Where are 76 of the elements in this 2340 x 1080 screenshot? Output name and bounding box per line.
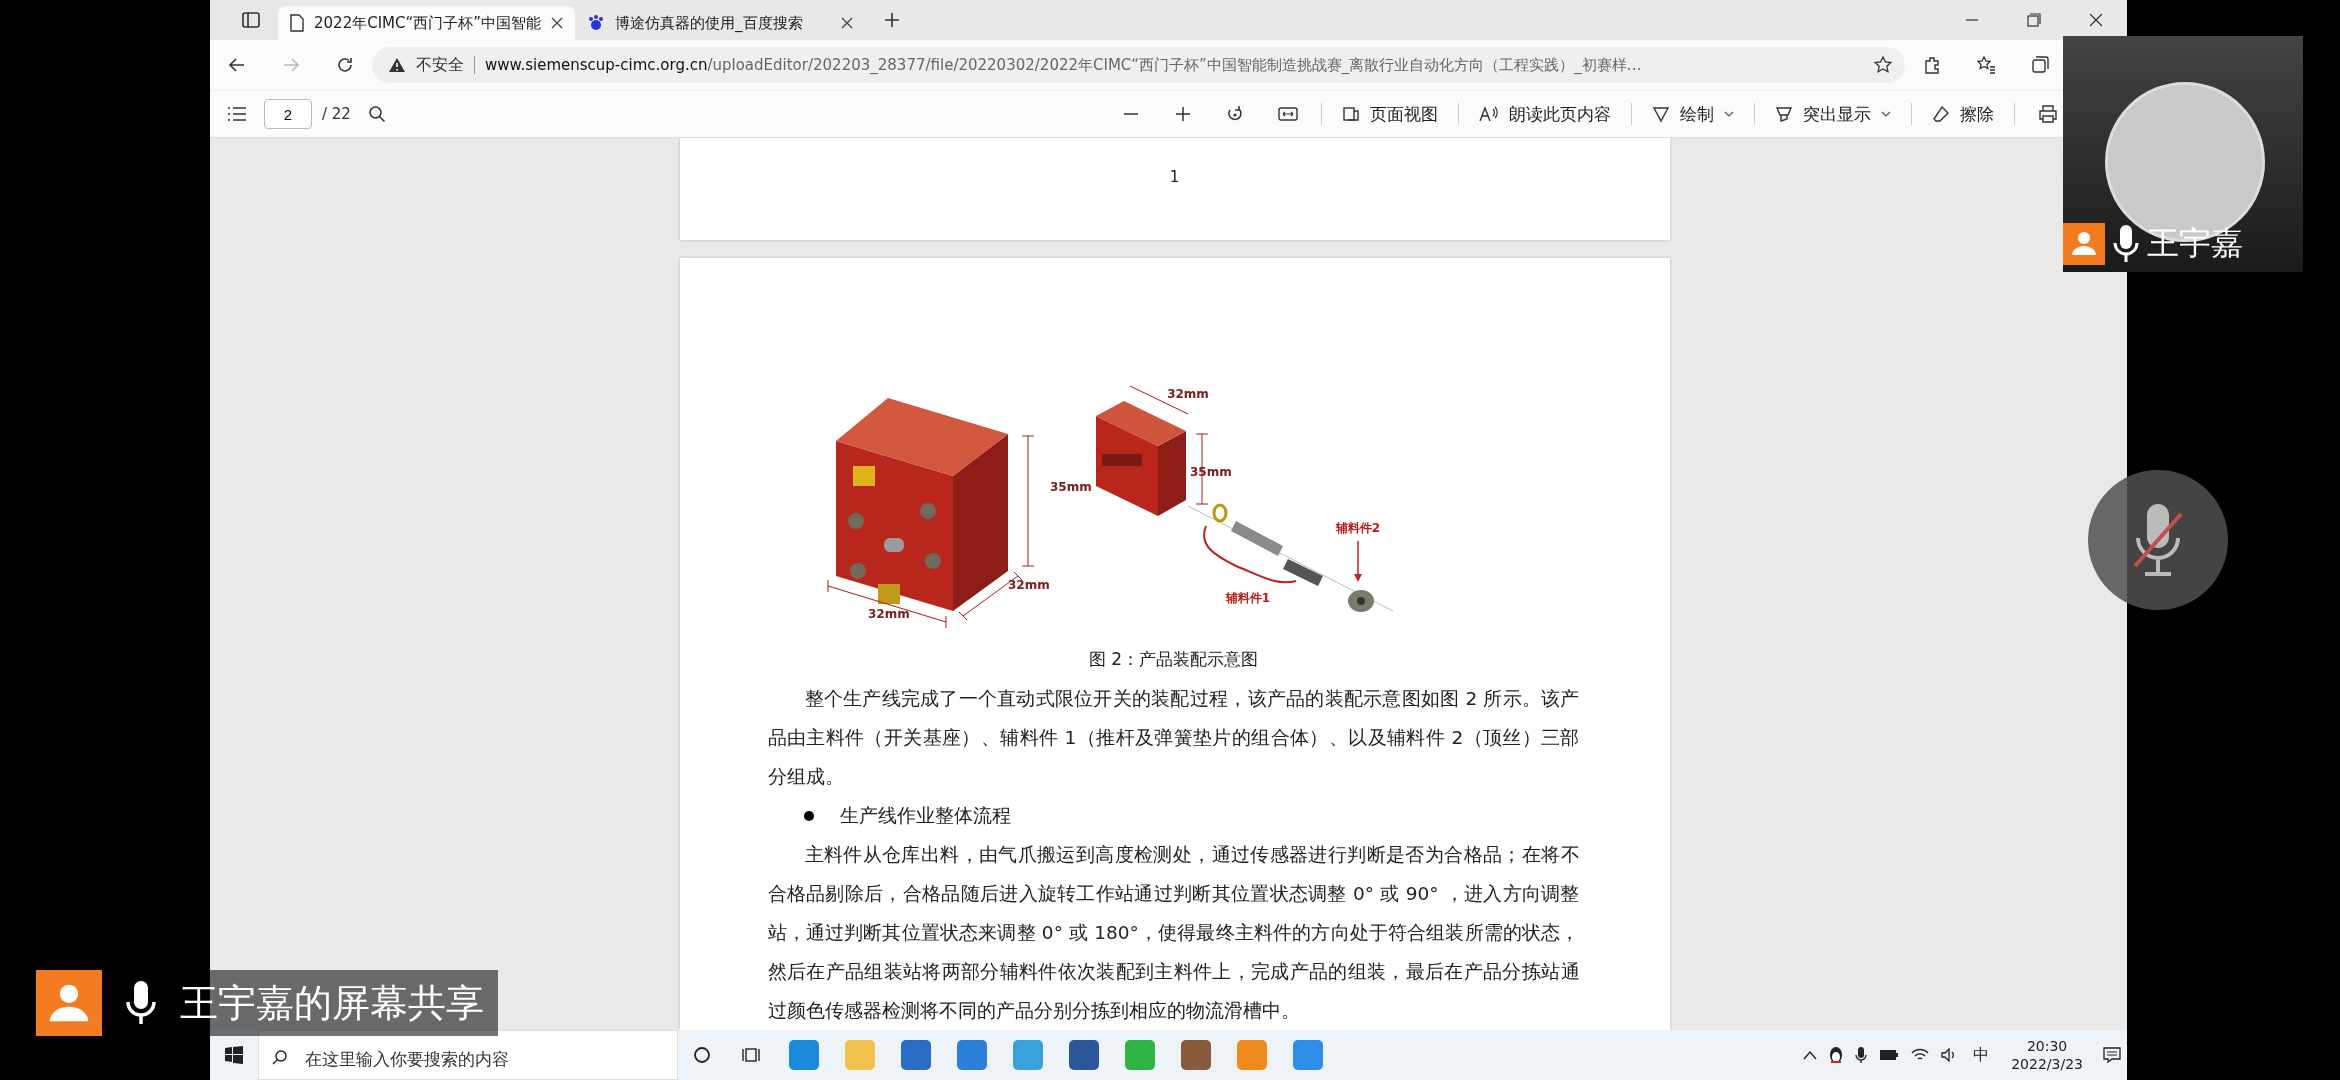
close-icon[interactable] <box>551 17 564 29</box>
favorite-icon[interactable] <box>1873 55 1893 75</box>
task-view-icon[interactable] <box>741 1046 761 1064</box>
screen-share-label: 王宇嘉的屏幕共享 <box>180 979 484 1027</box>
page-number-field[interactable]: 2 <box>264 99 312 129</box>
warning-icon <box>388 57 406 73</box>
taskbar-app-icon[interactable] <box>1069 1040 1099 1070</box>
toolbar-button[interactable]: 擦除 <box>1918 96 2008 132</box>
person-icon <box>36 970 102 1036</box>
microphone-icon <box>2113 224 2139 264</box>
security-label: 不安全 <box>416 54 464 76</box>
url-text: www.siemenscup-cimc.org.cn/uploadEditor/202203_28377/file/20220302/2022年CIMC“西门子杯”中国智能制造挑战赛_离散行业自动化方向（工程实践）_初赛样... <box>485 55 1643 75</box>
paragraph: 主料件从仓库出料，由气爪搬运到高度检测处，通过传感器进行判断是否为合格品；在将不合格品剔除后，合格品随后进入旋转工作站通过判断其位置状态调整 0° 或 90° ，进入方向调整站，通过判断其位置状态来调整 0° 或 180°，使得最终主料件的方向处于符合组装所需的状态，然后在产品组装站将两部分辅料件依次装配到主料件上，完成产品的组装，最后在产品分拣站通过颜色传感器检测将不同的产品分别分拣到相应的物流滑槽中。 <box>767 843 1580 1023</box>
extensions-icon[interactable] <box>1922 55 1942 75</box>
notification-icon[interactable] <box>2103 1047 2121 1063</box>
highlighter-icon <box>1775 105 1793 123</box>
favorites-icon[interactable] <box>1976 55 1996 75</box>
pen-icon <box>1652 105 1670 123</box>
person-icon <box>2063 223 2105 265</box>
reload-icon[interactable] <box>335 55 355 75</box>
toolbar-button[interactable]: 页面视图 <box>1328 96 1452 132</box>
caret-icon <box>1724 111 1734 117</box>
battery-icon[interactable] <box>1879 1049 1900 1061</box>
dimension-label: 35mm <box>1189 465 1232 479</box>
collections-icon[interactable] <box>2030 55 2050 75</box>
clock[interactable]: 20:30 2022/3/23 <box>2011 1037 2083 1073</box>
taskbar-app-icon[interactable] <box>901 1040 931 1070</box>
bullet-icon <box>803 810 814 821</box>
toolbar-button[interactable]: 突出显示 <box>1761 96 1905 132</box>
rotate-icon[interactable] <box>1226 105 1244 123</box>
browser-tab[interactable]: 2022年CIMC“西门子杯”中国智能 <box>278 6 576 40</box>
part-label: 辅料件1 <box>1225 591 1270 605</box>
document-icon <box>290 14 304 32</box>
wifi-icon[interactable] <box>1911 1048 1930 1062</box>
dimension-label: 32mm <box>867 607 910 621</box>
page-view-icon <box>1342 105 1360 123</box>
search-icon[interactable] <box>367 105 386 123</box>
microphone-icon[interactable] <box>1855 1046 1868 1064</box>
contents-icon[interactable] <box>227 106 247 122</box>
microphone-icon <box>2133 502 2183 578</box>
page-count: / 22 <box>322 105 351 123</box>
microphone-icon <box>126 980 156 1026</box>
arrow-drawing <box>1353 540 1362 582</box>
input-method-indicator[interactable]: 中 <box>1973 1044 1990 1066</box>
search-icon <box>272 1049 288 1065</box>
toolbar-button[interactable]: 朗读此页内容 <box>1465 96 1625 132</box>
dimension-label: 35mm <box>1049 480 1092 494</box>
figure-caption: 图 2：产品装配示意图 <box>1087 648 1260 671</box>
page-number: 1 <box>1169 168 1180 186</box>
taskbar-app-icon[interactable] <box>1181 1040 1211 1070</box>
dimension-label: 32mm <box>1166 387 1209 401</box>
start-icon[interactable] <box>225 1046 243 1064</box>
tab-actions-icon[interactable] <box>241 10 261 30</box>
dimension-label: 32mm <box>1007 578 1050 592</box>
chevron-up-icon[interactable] <box>1803 1050 1818 1060</box>
print-icon[interactable] <box>2038 105 2058 123</box>
eraser-icon <box>1932 105 1950 123</box>
penguin-icon[interactable] <box>1829 1046 1844 1064</box>
read-aloud-icon <box>1479 105 1499 123</box>
fit-width-icon[interactable] <box>1278 106 1298 122</box>
toolbar-button[interactable]: 绘制 <box>1638 96 1748 132</box>
close-icon[interactable] <box>841 17 854 29</box>
browser-tab[interactable]: 博途仿真器的使用_百度搜索 <box>575 6 866 40</box>
bullet-heading: 生产线作业整体流程 <box>839 804 1011 828</box>
part-label: 辅料件2 <box>1335 521 1380 535</box>
close-icon[interactable] <box>2089 13 2103 27</box>
paragraph: 整个生产线完成了一个直动式限位开关的装配过程，该产品的装配示意图如图 2 所示。该产品由主料件（开关基座）、辅料件 1（推杆及弹簧垫片的组合体）、以及辅料件 2（顶丝）三部分组成。 <box>767 687 1580 789</box>
address-field[interactable]: 不安全 www.siemenscup-cimc.org.cn/uploadEditor/202203_28377/file/20220302/2022年CIMC“西门子杯”中国智能制造挑战赛_离散行业自动化方向（工程实践）_初赛样... <box>372 47 1905 83</box>
taskbar-search-field[interactable]: 在这里输入你要搜索的内容 <box>258 1030 678 1080</box>
paw-icon <box>587 14 606 32</box>
new-tab-icon[interactable] <box>883 11 902 29</box>
restore-icon[interactable] <box>2027 13 2041 27</box>
taskbar-app-icon[interactable] <box>957 1040 987 1070</box>
cortana-icon[interactable] <box>693 1046 711 1064</box>
caret-icon <box>1881 111 1891 117</box>
zoom-in-icon[interactable] <box>1174 105 1192 123</box>
